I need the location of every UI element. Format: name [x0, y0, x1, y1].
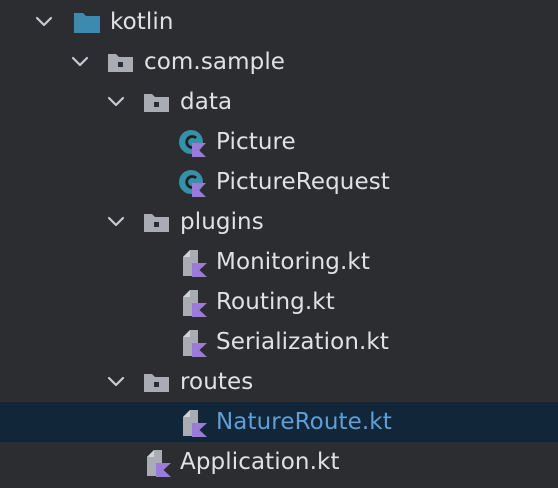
tree-node-com-sample[interactable]: com.sample — [0, 42, 558, 82]
chevron-down-icon[interactable] — [70, 52, 90, 72]
tree-node-label: plugins — [180, 209, 264, 235]
tree-node-label: Serialization.kt — [216, 329, 389, 355]
kotlin-class-icon — [179, 130, 206, 157]
tree-node-serialization-kt[interactable]: Serialization.kt — [0, 322, 558, 362]
tree-node-application-kt[interactable]: Application.kt — [0, 442, 558, 482]
tree-node-routes[interactable]: routes — [0, 362, 558, 402]
package-icon — [144, 214, 169, 232]
tree-node-label: Monitoring.kt — [216, 249, 370, 275]
tree-node-label: Application.kt — [180, 449, 340, 475]
chevron-down-icon[interactable] — [106, 372, 126, 392]
tree-node-picture-request[interactable]: PictureRequest — [0, 162, 558, 202]
tree-node-monitoring-kt[interactable]: Monitoring.kt — [0, 242, 558, 282]
project-tree: kotlin com.sample data Picture PictureRe… — [0, 0, 558, 488]
package-icon — [144, 374, 169, 392]
kotlin-class-icon — [179, 170, 206, 197]
chevron-down-icon[interactable] — [106, 92, 126, 112]
tree-node-label: com.sample — [144, 49, 286, 75]
source-folder-icon — [74, 13, 100, 33]
kotlin-file-icon — [183, 330, 207, 357]
kotlin-file-icon — [183, 290, 207, 317]
tree-node-label: data — [180, 89, 233, 115]
tree-node-label: Picture — [216, 129, 296, 155]
kotlin-file-icon — [183, 410, 207, 437]
chevron-down-icon[interactable] — [34, 12, 54, 32]
chevron-down-icon[interactable] — [106, 212, 126, 232]
tree-node-kotlin[interactable]: kotlin — [0, 2, 558, 42]
tree-node-label: kotlin — [110, 9, 174, 35]
tree-node-label: routes — [180, 369, 254, 395]
package-icon — [144, 94, 169, 112]
kotlin-file-icon — [147, 450, 171, 477]
tree-node-routing-kt[interactable]: Routing.kt — [0, 282, 558, 322]
package-icon — [108, 54, 133, 72]
tree-node-data[interactable]: data — [0, 82, 558, 122]
tree-node-label: PictureRequest — [216, 169, 390, 195]
kotlin-file-icon — [183, 250, 207, 277]
tree-node-label: NatureRoute.kt — [216, 409, 392, 435]
tree-node-picture[interactable]: Picture — [0, 122, 558, 162]
tree-node-label: Routing.kt — [216, 289, 335, 315]
tree-node-plugins[interactable]: plugins — [0, 202, 558, 242]
tree-node-nature-route-kt[interactable]: NatureRoute.kt — [0, 402, 558, 442]
